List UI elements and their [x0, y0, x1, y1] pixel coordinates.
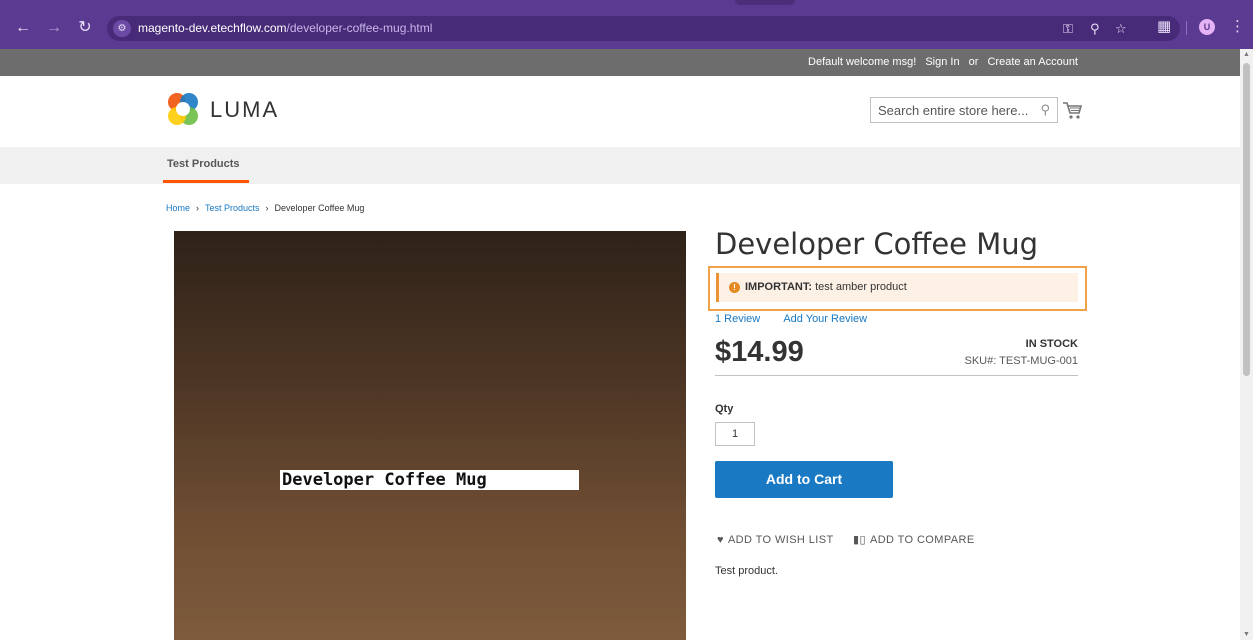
compare-label: ADD TO COMPARE: [869, 534, 975, 546]
product-price: $14.99: [715, 336, 804, 368]
notice-message: test amber product: [815, 281, 907, 293]
product-image[interactable]: Developer Coffee Mug: [174, 231, 686, 640]
add-to-cart-button[interactable]: Add to Cart: [715, 461, 893, 498]
sku-label: SKU#:: [964, 355, 997, 367]
nav-active-indicator: [163, 180, 249, 183]
important-notice: ! IMPORTANT: test amber product: [716, 273, 1078, 302]
product-title: Developer Coffee Mug: [715, 227, 1039, 261]
address-bar[interactable]: ⚙ magento-dev.etechflow.com/developer-co…: [107, 16, 1180, 41]
breadcrumb-separator: ›: [196, 203, 200, 213]
store-page: Default welcome msg! Sign In or Create a…: [0, 49, 1240, 640]
breadcrumb-separator: ›: [265, 203, 269, 213]
add-review-link[interactable]: Add Your Review: [783, 313, 867, 325]
sku-value: TEST-MUG-001: [999, 355, 1078, 367]
bookmark-star-icon[interactable]: ☆: [1115, 21, 1127, 37]
heart-icon: ♥: [717, 534, 724, 546]
wishlist-label: ADD TO WISH LIST: [727, 534, 834, 546]
info-icon: !: [729, 282, 740, 293]
scroll-up-icon[interactable]: ▲: [1243, 51, 1250, 58]
qty-input[interactable]: 1: [715, 422, 755, 446]
page-scrollbar[interactable]: ▲ ▼: [1240, 49, 1253, 640]
product-sku: SKU#: TEST-MUG-001: [964, 355, 1078, 367]
qty-label: Qty: [715, 403, 734, 415]
search-input[interactable]: Search entire store here... ⚲: [870, 97, 1058, 123]
site-info-icon[interactable]: ⚙: [113, 20, 131, 37]
search-placeholder: Search entire store here...: [878, 103, 1029, 118]
price-divider: [715, 375, 1078, 376]
add-to-compare-link[interactable]: ▮▯ ADD TO COMPARE: [853, 533, 975, 546]
add-to-wishlist-link[interactable]: ♥ ADD TO WISH LIST: [717, 534, 834, 546]
sign-in-link[interactable]: Sign In: [925, 56, 959, 68]
scroll-down-icon[interactable]: ▼: [1243, 631, 1250, 638]
cart-icon[interactable]: [1061, 99, 1083, 121]
forward-icon[interactable]: →: [43, 17, 65, 39]
browser-menu-icon[interactable]: ⋮: [1230, 17, 1245, 35]
zoom-icon[interactable]: ⚲: [1090, 21, 1100, 37]
product-actions: ♥ ADD TO WISH LIST ▮▯ ADD TO COMPARE: [717, 533, 991, 546]
luma-logo-icon: [168, 93, 198, 125]
scrollbar-thumb[interactable]: [1243, 63, 1250, 376]
breadcrumb-home[interactable]: Home: [166, 203, 190, 213]
browser-address-row: ← → ↻ ⚙ magento-dev.etechflow.com/develo…: [0, 13, 1253, 43]
browser-toolbar: ← → ↻ ⚙ magento-dev.etechflow.com/develo…: [0, 0, 1253, 49]
url-text[interactable]: magento-dev.etechflow.com/developer-coff…: [138, 21, 432, 35]
url-host: magento-dev.etechflow.com: [138, 21, 287, 35]
breadcrumb-current: Developer Coffee Mug: [274, 203, 365, 213]
or-text: or: [968, 56, 979, 68]
category-nav: Test Products: [0, 147, 1240, 184]
welcome-message: Default welcome msg!: [808, 56, 917, 68]
compare-bars-icon: ▮▯: [853, 534, 866, 546]
profile-avatar[interactable]: U: [1199, 19, 1215, 35]
header-links: Default welcome msg! Sign In or Create a…: [802, 56, 1078, 68]
search-icon[interactable]: ⚲: [1040, 102, 1050, 118]
reload-icon[interactable]: ↻: [74, 17, 96, 39]
breadcrumb-category[interactable]: Test Products: [205, 203, 260, 213]
header-panel: Default welcome msg! Sign In or Create a…: [0, 49, 1240, 76]
logo-text: LUMA: [210, 97, 280, 122]
nav-item-test-products[interactable]: Test Products: [167, 158, 240, 170]
product-description: Test product.: [715, 565, 778, 577]
extensions-icon[interactable]: ▦: [1157, 17, 1171, 35]
product-image-label: Developer Coffee Mug: [280, 470, 579, 490]
url-path: /developer-coffee-mug.html: [286, 21, 433, 35]
create-account-link[interactable]: Create an Account: [987, 56, 1078, 68]
toolbar-divider: [1186, 21, 1187, 35]
back-icon[interactable]: ←: [12, 17, 34, 39]
notice-text: IMPORTANT: test amber product: [745, 281, 907, 293]
reviews-links: 1 Review Add Your Review: [715, 313, 867, 325]
password-key-icon[interactable]: ⚿: [1063, 21, 1073, 37]
tab-strip-hint: [735, 0, 795, 5]
stock-status: IN STOCK: [1025, 338, 1078, 350]
breadcrumb: Home › Test Products › Developer Coffee Mug: [166, 203, 364, 213]
notice-label: IMPORTANT:: [745, 281, 813, 293]
review-count-link[interactable]: 1 Review: [715, 313, 760, 325]
